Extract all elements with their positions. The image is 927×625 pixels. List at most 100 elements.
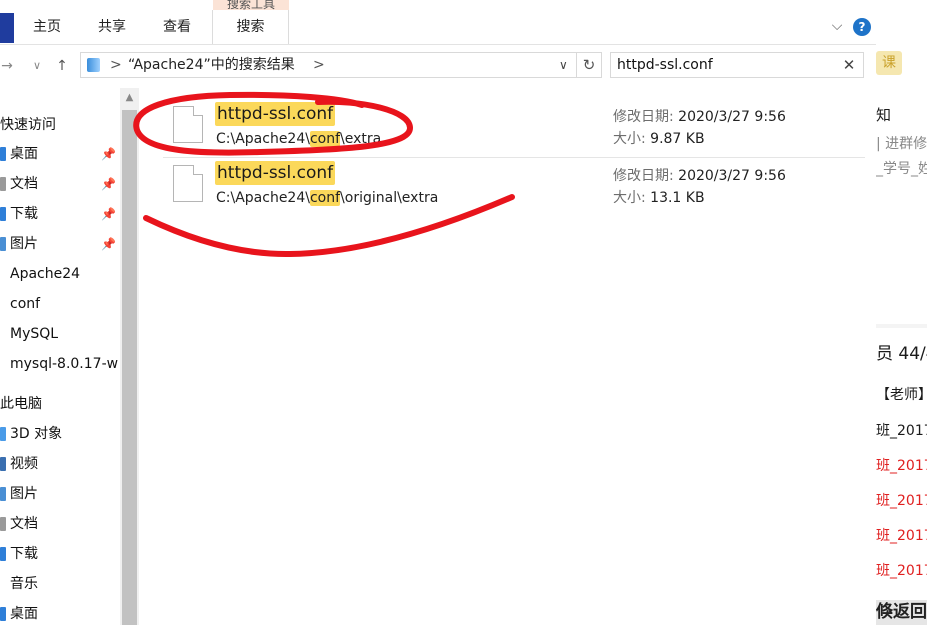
result-file-name[interactable]: httpd-ssl.conf xyxy=(215,102,336,126)
chevron-down-icon[interactable]: ∨ xyxy=(28,55,46,77)
sidebar-item-label: 下载 xyxy=(10,546,38,562)
sidebar-item-label: 图片 xyxy=(10,486,38,502)
sidebar-item-3d-objects[interactable]: 3D 对象 xyxy=(0,422,120,446)
desktop-icon xyxy=(0,147,6,161)
tab-home[interactable]: 主页 xyxy=(17,10,77,44)
sidebar-item-desktop[interactable]: 桌面 📌 xyxy=(0,142,120,166)
member-entry: 班_2017 xyxy=(876,423,927,439)
pin-icon: 📌 xyxy=(101,147,116,161)
file-menu-button[interactable] xyxy=(0,13,14,43)
member-entry: 班_2017 xyxy=(876,563,927,579)
sidebar-item-documents[interactable]: 文档 📌 xyxy=(0,172,120,196)
result-file-path: C:\Apache24\conf\original\extra xyxy=(216,189,438,207)
sidebar-item-videos[interactable]: 视频 xyxy=(0,452,120,476)
pin-icon: 📌 xyxy=(101,177,116,191)
sidebar-item-label: 音乐 xyxy=(10,576,38,592)
sidebar-item-desktop-pc[interactable]: 桌面 xyxy=(0,602,120,625)
chevron-down-icon[interactable]: ⌵ xyxy=(828,17,846,35)
sidebar-item-mysql-8[interactable]: mysql-8.0.17-w xyxy=(0,352,120,376)
videos-icon xyxy=(0,457,6,471)
sidebar-item-label: Apache24 xyxy=(10,266,81,282)
documents-icon xyxy=(0,517,6,531)
red-annotation-overlay xyxy=(133,91,515,258)
nav-pane-scrollbar[interactable]: ▲ xyxy=(120,88,139,625)
scrollbar-thumb[interactable] xyxy=(122,110,137,625)
sidebar-item-label: 3D 对象 xyxy=(10,426,63,442)
background-button: 倏返回 xyxy=(876,600,927,625)
size-value: 13.1 KB xyxy=(650,190,705,206)
arrow-right-icon[interactable]: → xyxy=(0,55,14,77)
sidebar-item-label: MySQL xyxy=(10,326,59,342)
sidebar-item-conf[interactable]: conf xyxy=(0,292,120,316)
size-label: 大小: xyxy=(613,190,646,206)
sidebar-item-label: 桌面 xyxy=(10,146,38,162)
background-text: | 进群修 xyxy=(876,136,927,152)
downloads-icon xyxy=(0,547,6,561)
scroll-up-icon[interactable]: ▲ xyxy=(120,88,139,107)
pin-icon: 📌 xyxy=(101,237,116,251)
file-icon xyxy=(173,165,203,202)
result-file-name[interactable]: httpd-ssl.conf xyxy=(215,161,336,185)
result-modified-date: 修改日期: 2020/3/27 9:56 xyxy=(613,108,786,126)
date-label: 修改日期: xyxy=(613,168,674,184)
background-text: 知 xyxy=(876,106,892,124)
path-suffix: \extra xyxy=(340,131,382,147)
file-icon xyxy=(173,106,203,143)
sidebar-item-label: 快速访问 xyxy=(0,117,56,133)
sidebar-item-music[interactable]: 音乐 xyxy=(0,572,120,596)
divider xyxy=(876,324,927,328)
navigation-pane: 快速访问 桌面 📌 文档 📌 下载 📌 图片 📌 Apache24 conf M… xyxy=(0,86,120,625)
path-prefix: C:\Apache24\ xyxy=(216,131,310,147)
search-result-item[interactable]: httpd-ssl.conf C:\Apache24\conf\original… xyxy=(163,158,865,216)
tab-view[interactable]: 查看 xyxy=(147,10,207,44)
pictures-icon xyxy=(0,237,6,251)
sidebar-this-pc[interactable]: 此电脑 xyxy=(0,392,120,416)
sidebar-item-label: mysql-8.0.17-w xyxy=(10,356,119,372)
sidebar-item-label: 此电脑 xyxy=(0,396,42,412)
close-icon[interactable]: ✕ xyxy=(840,55,858,75)
breadcrumb-separator[interactable]: > xyxy=(313,56,325,74)
path-match-highlight: conf xyxy=(309,131,341,147)
date-value: 2020/3/27 9:56 xyxy=(678,168,786,184)
breadcrumb-separator[interactable]: > xyxy=(110,56,122,74)
path-match-highlight: conf xyxy=(309,190,341,206)
sidebar-item-apache24[interactable]: Apache24 xyxy=(0,262,120,286)
tab-search[interactable]: 搜索 xyxy=(212,10,289,44)
member-entry: 班_2017 xyxy=(876,493,927,509)
search-result-item[interactable]: httpd-ssl.conf C:\Apache24\conf\extra 修改… xyxy=(163,99,865,158)
search-box[interactable]: ✕ xyxy=(610,52,864,78)
help-icon[interactable]: ? xyxy=(853,18,871,36)
search-results-folder-icon xyxy=(87,58,100,72)
background-text: 【老师】号 xyxy=(876,387,927,403)
size-label: 大小: xyxy=(613,131,646,147)
result-modified-date: 修改日期: 2020/3/27 9:56 xyxy=(613,167,786,185)
search-input[interactable] xyxy=(617,55,827,75)
address-dropdown-icon[interactable]: ∨ xyxy=(559,56,568,74)
sidebar-item-label: 桌面 xyxy=(10,606,38,622)
pictures-icon xyxy=(0,487,6,501)
size-value: 9.87 KB xyxy=(650,131,705,147)
tab-share[interactable]: 共享 xyxy=(82,10,142,44)
breadcrumb-search-results[interactable]: “Apache24”中的搜索结果 xyxy=(128,56,295,74)
pin-icon: 📌 xyxy=(101,207,116,221)
arrow-up-icon[interactable]: ↑ xyxy=(52,55,72,77)
sidebar-item-label: 下载 xyxy=(10,206,38,222)
date-label: 修改日期: xyxy=(613,109,674,125)
documents-icon xyxy=(0,177,6,191)
result-size: 大小: 9.87 KB xyxy=(613,130,705,148)
sidebar-quick-access[interactable]: 快速访问 xyxy=(0,113,120,137)
background-window: 课 知 | 进群修 _学号_姓 员 44/4 【老师】号 班_2017 班_20… xyxy=(876,0,927,625)
sidebar-item-downloads-pc[interactable]: 下载 xyxy=(0,542,120,566)
sidebar-item-documents-pc[interactable]: 文档 xyxy=(0,512,120,536)
sidebar-item-downloads[interactable]: 下载 📌 xyxy=(0,202,120,226)
member-entry: 班_2017 xyxy=(876,458,927,474)
sidebar-item-label: 文档 xyxy=(10,176,38,192)
sidebar-item-pictures[interactable]: 图片 📌 xyxy=(0,232,120,256)
refresh-icon[interactable]: ↻ xyxy=(577,52,602,78)
path-prefix: C:\Apache24\ xyxy=(216,190,310,206)
sidebar-item-mysql[interactable]: MySQL xyxy=(0,322,120,346)
member-entry: 班_2017 xyxy=(876,528,927,544)
address-bar[interactable]: > “Apache24”中的搜索结果 > ∨ xyxy=(80,52,577,78)
sidebar-item-pictures-pc[interactable]: 图片 xyxy=(0,482,120,506)
result-size: 大小: 13.1 KB xyxy=(613,189,705,207)
